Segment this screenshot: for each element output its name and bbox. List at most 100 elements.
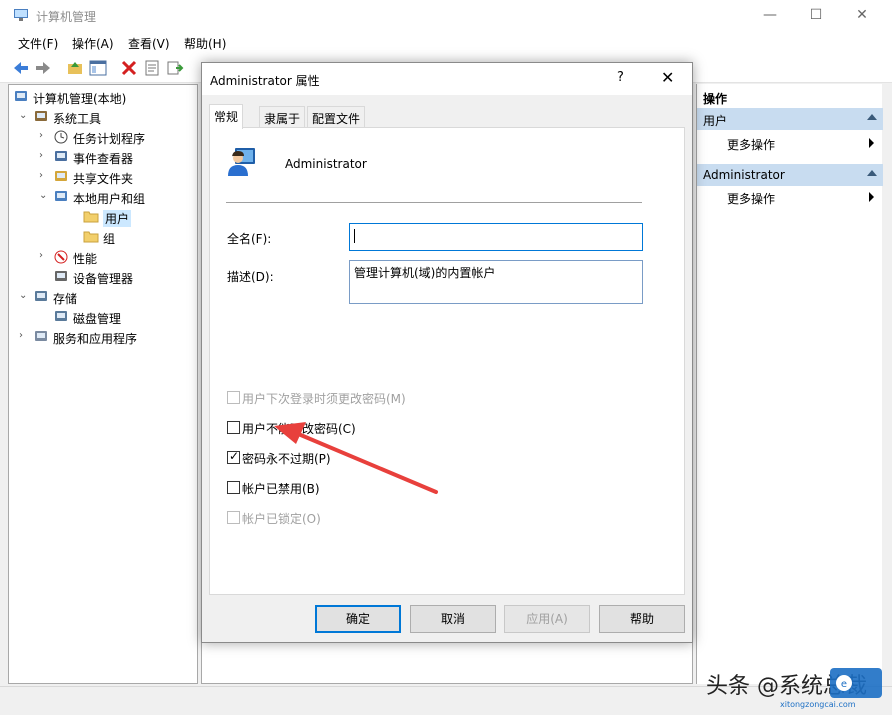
minimize-button[interactable]: —	[747, 0, 793, 31]
tab-member-of[interactable]: 隶属于	[259, 106, 306, 128]
checkbox-unchecked	[227, 511, 240, 524]
delete-icon[interactable]	[120, 59, 138, 77]
help-question-button[interactable]: ?	[617, 70, 624, 85]
folder-icon	[83, 209, 99, 224]
clock-icon	[53, 129, 69, 144]
checkbox-option: 帐户已锁定(O)	[227, 509, 527, 526]
chevron-down-icon[interactable]: ⌄	[39, 190, 49, 201]
tab-general[interactable]: 常规	[209, 104, 244, 129]
apply-button[interactable]: 应用(A)	[504, 605, 590, 633]
checkbox-option[interactable]: 密码永不过期(P)	[227, 449, 527, 466]
checkbox-option: 用户下次登录时须更改密码(M)	[227, 389, 527, 406]
storage-icon	[33, 289, 49, 304]
tree-item[interactable]: 计算机管理(本地)	[9, 87, 197, 107]
tab-profile[interactable]: 配置文件	[307, 106, 366, 128]
tree-item[interactable]: › 共享文件夹	[9, 167, 197, 187]
tree-item[interactable]: › 服务和应用程序	[9, 327, 197, 347]
submenu-arrow-icon	[869, 192, 874, 202]
properties-icon[interactable]	[143, 59, 161, 77]
device-manager-icon	[53, 269, 69, 284]
description-value: 管理计算机(域)的内置帐户	[354, 266, 496, 280]
checkbox-option[interactable]: 帐户已禁用(B)	[227, 479, 527, 496]
maximize-button[interactable]: ☐	[793, 0, 839, 31]
event-viewer-icon	[53, 149, 69, 164]
menu-bar: 文件(F) 操作(A) 查看(V) 帮助(H)	[0, 31, 892, 53]
actions-header: 操作	[697, 86, 883, 108]
menu-help[interactable]: 帮助(H)	[184, 35, 226, 52]
tree-item-label: 共享文件夹	[73, 172, 134, 186]
users-groups-icon	[53, 189, 69, 204]
more-actions-label: 更多操作	[727, 138, 776, 152]
checkbox-unchecked[interactable]	[227, 421, 240, 434]
show-hide-tree-icon[interactable]	[89, 59, 107, 77]
tree-item[interactable]: › 事件查看器	[9, 147, 197, 167]
menu-action[interactable]: 操作(A)	[72, 35, 114, 52]
tree-item[interactable]: 组	[9, 227, 197, 247]
forward-arrow-icon[interactable]	[34, 59, 52, 77]
chevron-right-icon[interactable]: ›	[19, 330, 29, 341]
tree-item-label: 计算机管理(本地)	[33, 92, 127, 106]
checkbox-label: 密码永不过期(P)	[242, 452, 331, 466]
menu-view[interactable]: 查看(V)	[128, 35, 170, 52]
collapse-up-icon[interactable]	[867, 170, 877, 176]
window-title: 计算机管理	[36, 10, 97, 24]
help-button[interactable]: 帮助	[599, 605, 685, 633]
tree-item[interactable]: 磁盘管理	[9, 307, 197, 327]
ok-button[interactable]: 确定	[315, 605, 401, 633]
collapse-up-icon[interactable]	[867, 114, 877, 120]
checkbox-label: 帐户已锁定(O)	[242, 512, 321, 526]
general-tab-panel: Administrator 全名(F): 描述(D): 管理计算机(域)的内置帐…	[209, 127, 685, 595]
account-name: Administrator	[285, 157, 367, 171]
tree-item[interactable]: ⌄ 系统工具	[9, 107, 197, 127]
tree-item[interactable]: › 性能	[9, 247, 197, 267]
export-list-icon[interactable]	[166, 59, 184, 77]
cancel-button[interactable]: 取消	[410, 605, 496, 633]
more-actions-administrator[interactable]: 更多操作	[727, 190, 877, 207]
tree-item-label: 系统工具	[53, 112, 102, 126]
chevron-right-icon[interactable]: ›	[39, 250, 49, 261]
description-label: 描述(D):	[227, 270, 274, 284]
computer-management-icon	[14, 9, 28, 21]
chevron-right-icon[interactable]: ›	[39, 170, 49, 181]
dialog-title-bar: Administrator 属性 ? ✕	[202, 63, 692, 95]
tree-item-label: 用户	[103, 210, 132, 227]
fullname-label: 全名(F):	[227, 232, 272, 246]
chevron-right-icon[interactable]: ›	[39, 150, 49, 161]
tree-item[interactable]: ⌄ 存储	[9, 287, 197, 307]
dialog-title: Administrator 属性	[210, 74, 320, 88]
svg-text:e: e	[841, 679, 847, 690]
description-field[interactable]: 管理计算机(域)的内置帐户	[349, 260, 643, 304]
properties-dialog: Administrator 属性 ? ✕ 常规 隶属于 配置文件 Adminis…	[201, 62, 693, 643]
submenu-arrow-icon	[869, 138, 874, 148]
dialog-close-button[interactable]: ✕	[661, 68, 674, 87]
actions-section-users-label: 用户	[703, 114, 728, 128]
user-account-icon	[228, 148, 255, 176]
tree-item-label: 组	[103, 232, 116, 246]
back-arrow-icon[interactable]	[12, 59, 30, 77]
up-folder-icon[interactable]	[66, 59, 84, 77]
actions-section-users[interactable]: 用户	[697, 108, 883, 130]
tree-item[interactable]: 用户	[9, 207, 197, 227]
more-actions-label: 更多操作	[727, 192, 776, 206]
tree-item-label: 存储	[53, 292, 78, 306]
chevron-right-icon[interactable]: ›	[39, 130, 49, 141]
tree-item[interactable]: › 任务计划程序	[9, 127, 197, 147]
console-tree: 计算机管理(本地) ⌄ 系统工具 › 任务计划程序 › 事件查看器 › 共享文件夹 ⌄ 本地用户和组…	[8, 84, 198, 684]
close-window-button[interactable]: ✕	[839, 0, 885, 31]
tree-item-label: 服务和应用程序	[53, 332, 138, 346]
checkbox-unchecked	[227, 391, 240, 404]
watermark-site: xitongzongcai.com	[780, 700, 856, 709]
divider	[226, 202, 642, 203]
tree-item[interactable]: ⌄ 本地用户和组	[9, 187, 197, 207]
checkbox-option[interactable]: 用户不能更改密码(C)	[227, 419, 527, 436]
chevron-down-icon[interactable]: ⌄	[19, 110, 29, 121]
menu-file[interactable]: 文件(F)	[18, 35, 58, 52]
more-actions-users[interactable]: 更多操作	[727, 136, 877, 153]
fullname-field[interactable]	[349, 223, 643, 251]
chevron-down-icon[interactable]: ⌄	[19, 290, 29, 301]
performance-icon	[53, 249, 69, 264]
actions-section-administrator[interactable]: Administrator	[697, 164, 883, 186]
checkbox-checked[interactable]	[227, 449, 240, 464]
tree-item[interactable]: 设备管理器	[9, 267, 197, 287]
checkbox-unchecked[interactable]	[227, 481, 240, 494]
